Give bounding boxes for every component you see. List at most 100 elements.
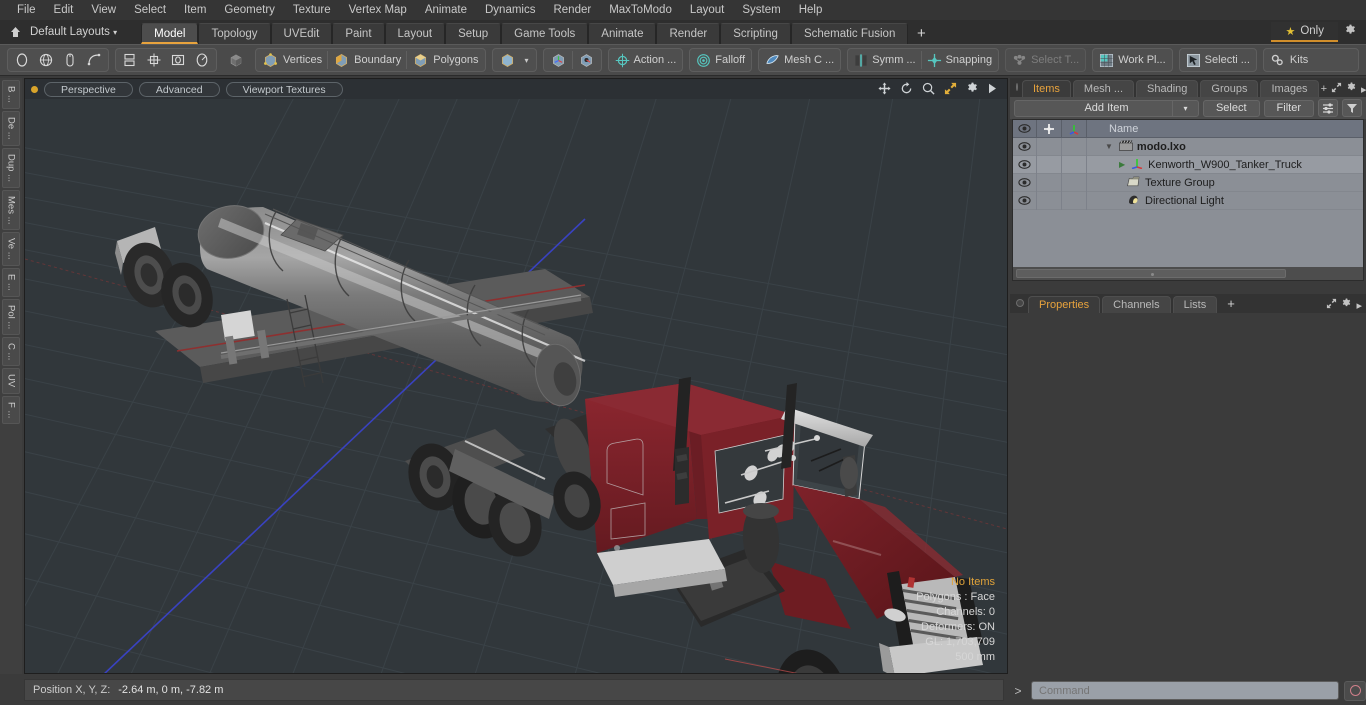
row-axis-cell[interactable]: [1062, 173, 1087, 192]
left-tab-duplicate[interactable]: Dup ...: [2, 147, 20, 188]
row-visibility-toggle[interactable]: [1013, 137, 1037, 156]
globe-icon[interactable]: [34, 49, 58, 71]
panel-menu-dot[interactable]: [1016, 82, 1018, 91]
row-lock-cell[interactable]: [1037, 191, 1062, 210]
left-tab-polygon[interactable]: Pol ...: [2, 298, 20, 335]
record-icon[interactable]: [1344, 680, 1366, 701]
filter-button[interactable]: Filter: [1263, 99, 1314, 117]
properties-add-tab[interactable]: +: [1219, 296, 1243, 313]
select-button[interactable]: Select: [1202, 99, 1260, 117]
left-tab-basic[interactable]: B ...: [2, 80, 20, 109]
expander-icon[interactable]: ▶: [1119, 160, 1125, 169]
menu-item-dynamics[interactable]: Dynamics: [476, 0, 544, 20]
table-row[interactable]: ▼ modo.lxo: [1013, 137, 1363, 156]
expand-icon[interactable]: [1331, 82, 1342, 96]
falloff-button[interactable]: Falloff: [689, 48, 753, 72]
center-icon[interactable]: [142, 49, 166, 71]
layout-selector[interactable]: Default Layouts ▾: [0, 20, 123, 44]
action-center-button[interactable]: Action ...: [607, 48, 684, 72]
menu-item-maxtomodo[interactable]: MaxToModo: [600, 0, 681, 20]
row-lock-cell[interactable]: [1037, 137, 1062, 156]
add-item-button[interactable]: Add Item ▾: [1014, 99, 1199, 117]
tab-shading[interactable]: Shading: [1136, 80, 1199, 97]
table-row[interactable]: Directional Light: [1013, 191, 1363, 210]
viewport-textures-selector[interactable]: Viewport Textures: [225, 81, 343, 97]
kits-inner[interactable]: Kits: [1266, 49, 1312, 71]
viewport-scene[interactable]: Y X Z: [25, 99, 1007, 673]
axis-sphere-icon[interactable]: [546, 49, 571, 71]
tab-layout[interactable]: Layout: [384, 23, 446, 44]
viewport-3d[interactable]: Perspective Advanced Viewport Textures N…: [24, 78, 1008, 674]
select-through-button[interactable]: Select T...: [1005, 48, 1087, 72]
symmetry-button[interactable]: Symm ...: [850, 49, 919, 71]
row-name-directional-light[interactable]: Directional Light: [1087, 193, 1363, 208]
menu-item-help[interactable]: Help: [790, 0, 832, 20]
select-through-inner[interactable]: Select T...: [1008, 49, 1083, 71]
row-visibility-toggle[interactable]: [1013, 155, 1037, 174]
gear-icon[interactable]: [1338, 24, 1362, 40]
command-input[interactable]: [1031, 681, 1339, 700]
menu-item-vertex-map[interactable]: Vertex Map: [340, 0, 416, 20]
item-cube-icon[interactable]: [495, 49, 520, 71]
chevron-down-icon[interactable]: ▾: [1171, 99, 1198, 117]
zoom-icon[interactable]: [922, 82, 935, 97]
panel-menu-dot[interactable]: [1016, 298, 1024, 307]
row-visibility-toggle[interactable]: [1013, 191, 1037, 210]
gear-icon[interactable]: [1346, 82, 1357, 96]
mirror-icon[interactable]: [118, 49, 142, 71]
cube-icon[interactable]: [225, 49, 247, 71]
pen-icon[interactable]: [58, 49, 82, 71]
mesh-constraint-inner[interactable]: Mesh C ...: [761, 49, 838, 71]
snapping-button[interactable]: Snapping: [923, 49, 997, 71]
viewport-perspective-selector[interactable]: Perspective: [44, 81, 133, 97]
add-icon[interactable]: +: [1321, 83, 1327, 95]
row-axis-cell[interactable]: [1062, 155, 1087, 174]
left-tab-vertex[interactable]: Ve ...: [2, 232, 20, 266]
row-name-kenworth[interactable]: ▶ Kenworth_W900_Tanker_Truck: [1087, 157, 1363, 172]
left-tab-edge[interactable]: E ...: [2, 267, 20, 297]
left-tab-fusion[interactable]: F ...: [2, 395, 20, 424]
row-lock-cell[interactable]: [1037, 173, 1062, 192]
gear-icon[interactable]: [1341, 298, 1352, 312]
action-center-inner[interactable]: Action ...: [611, 49, 681, 71]
menu-item-select[interactable]: Select: [125, 0, 175, 20]
selection-mode-vertices[interactable]: Vertices: [258, 49, 326, 71]
tab-topology[interactable]: Topology: [198, 23, 271, 44]
items-list-empty-area[interactable]: [1013, 246, 1363, 266]
tab-scripting[interactable]: Scripting: [720, 23, 791, 44]
viewport-menu-dot[interactable]: [31, 85, 38, 93]
tab-images[interactable]: Images: [1260, 80, 1319, 97]
left-tab-uv[interactable]: UV: [2, 368, 20, 394]
menu-item-edit[interactable]: Edit: [45, 0, 83, 20]
tab-properties[interactable]: Properties: [1028, 296, 1101, 313]
home-icon[interactable]: [4, 21, 26, 43]
viewport-canvas[interactable]: Y X Z No Items Polygons : Face Channels:…: [25, 99, 1007, 673]
menu-item-view[interactable]: View: [82, 0, 125, 20]
chevron-down-icon[interactable]: ▾: [520, 56, 534, 65]
properties-panel-body[interactable]: [1010, 313, 1366, 674]
row-visibility-toggle[interactable]: [1013, 173, 1037, 192]
scrollbar-thumb[interactable]: [1016, 269, 1286, 278]
table-row[interactable]: ▶ Kenworth_W900_Tanker_Truck: [1013, 155, 1363, 174]
left-tab-curve[interactable]: C ...: [2, 336, 20, 367]
frame-icon[interactable]: [166, 49, 190, 71]
tab-animate[interactable]: Animate: [588, 23, 657, 44]
tab-paint[interactable]: Paint: [332, 23, 385, 44]
viewport-shading-selector[interactable]: Advanced: [138, 81, 220, 97]
radial-icon[interactable]: [190, 49, 214, 71]
menu-item-system[interactable]: System: [733, 0, 789, 20]
tab-setup[interactable]: Setup: [445, 23, 502, 44]
tab-groups[interactable]: Groups: [1200, 80, 1259, 97]
falloff-inner[interactable]: Falloff: [692, 49, 749, 71]
table-row[interactable]: Texture Group: [1013, 173, 1363, 192]
chevron-right-icon[interactable]: ▸: [1356, 299, 1362, 312]
selection-sets-button[interactable]: Selecti ...: [1178, 48, 1257, 72]
row-axis-cell[interactable]: [1062, 137, 1087, 156]
tab-lists[interactable]: Lists: [1172, 296, 1218, 313]
selection-mode-polygons[interactable]: Polygons: [408, 49, 482, 71]
work-plane-inner[interactable]: Work Pl...: [1095, 49, 1169, 71]
funnel-icon[interactable]: [1342, 99, 1362, 117]
tab-uvedit[interactable]: UVEdit: [270, 23, 333, 44]
menu-item-texture[interactable]: Texture: [284, 0, 340, 20]
left-tab-deform[interactable]: De ...: [2, 110, 20, 146]
